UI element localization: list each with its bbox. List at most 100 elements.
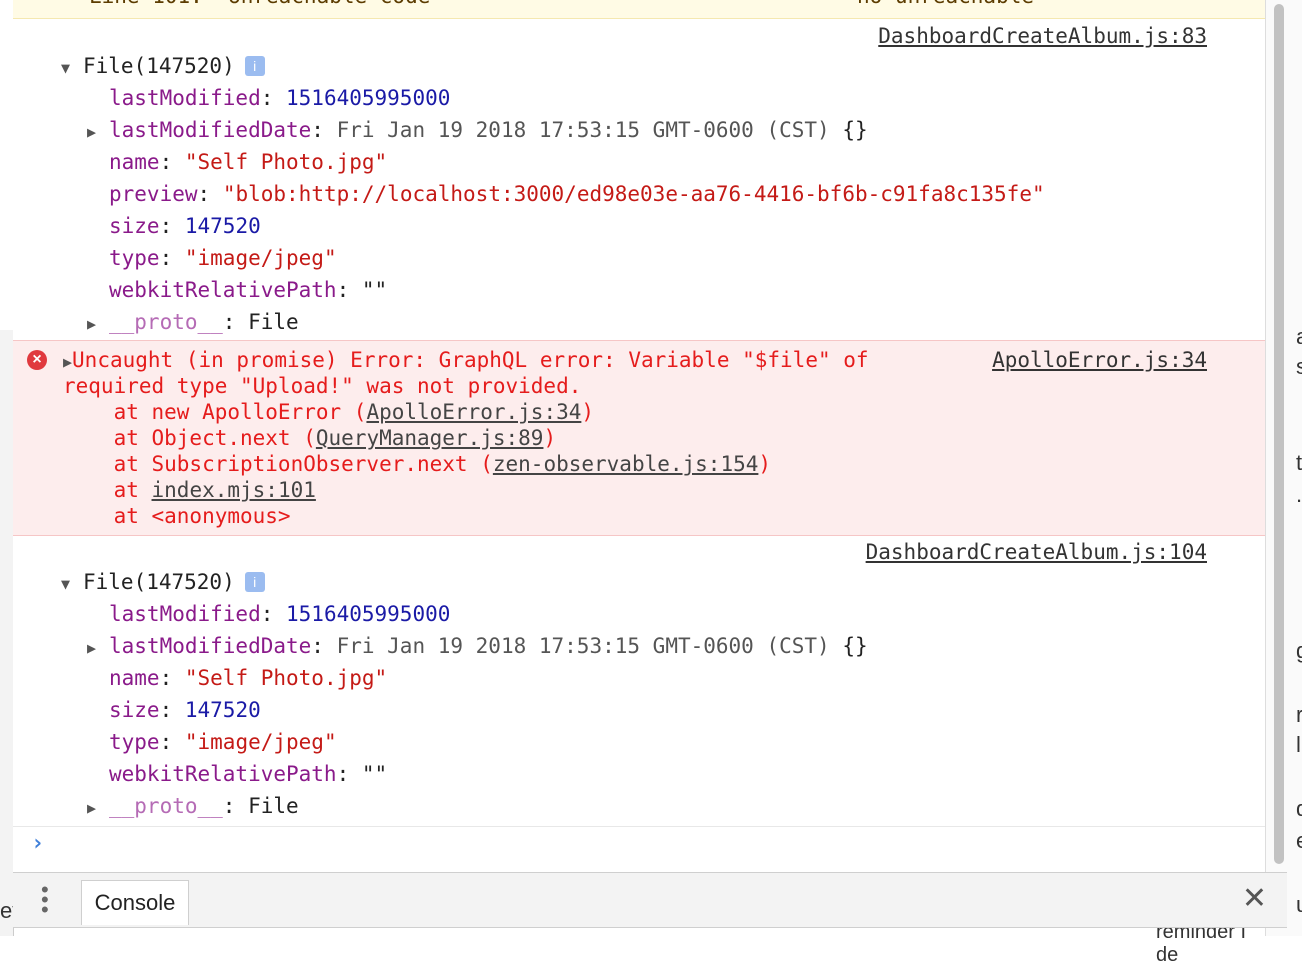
- property-value: "": [361, 762, 388, 786]
- property-row[interactable]: ▶ lastModifiedDate: Fri Jan 19 2018 17:53…: [87, 630, 1265, 664]
- property-row: preview: "blob:http://localhost:3000/ed9…: [109, 182, 1045, 206]
- tab-console[interactable]: Console: [81, 880, 189, 925]
- property-value: File: [248, 310, 299, 334]
- stack-frame: at <anonymous>: [63, 504, 291, 528]
- expand-down-icon[interactable]: ▼: [61, 568, 83, 600]
- property-row[interactable]: ▶ lastModifiedDate: Fri Jan 19 2018 17:53…: [87, 114, 1265, 148]
- scrollbar-thumb[interactable]: [1274, 4, 1284, 864]
- error-message: Uncaught (in promise) Error: GraphQL err…: [72, 348, 869, 372]
- property-key: size: [109, 698, 160, 722]
- warning-message: Line 101: Unreachable code no-unreachabl…: [13, 0, 1265, 19]
- object-preview: {}: [842, 634, 868, 658]
- console-scrollbar[interactable]: [1271, 0, 1287, 872]
- drawer-toolbar: • • • Console ✕: [13, 872, 1287, 928]
- object-preview: {}: [842, 118, 868, 142]
- property-value: "image/jpeg": [184, 730, 337, 754]
- error-icon: ×: [27, 350, 47, 370]
- object-type: File(147520): [83, 570, 235, 594]
- stack-frame: at Object.next (QueryManager.js:89): [63, 426, 557, 450]
- expand-right-icon[interactable]: ▶: [63, 353, 72, 371]
- background-text: u: [1296, 894, 1302, 916]
- info-icon[interactable]: i: [244, 56, 265, 76]
- property-key: type: [109, 730, 160, 754]
- property-key: lastModified: [109, 602, 261, 626]
- expand-right-icon[interactable]: ▶: [87, 116, 109, 148]
- expand-right-icon[interactable]: ▶: [87, 308, 109, 340]
- property-key: lastModifiedDate: [109, 634, 312, 658]
- property-value: Fri Jan 19 2018 17:53:15 GMT-0600 (CST): [336, 634, 830, 658]
- property-key: name: [109, 150, 160, 174]
- stack-link[interactable]: zen-observable.js:154: [493, 452, 759, 476]
- console-panel: Line 101: Unreachable code no-unreachabl…: [13, 0, 1265, 872]
- console-error-entry: × ▶Uncaught (in promise) Error: GraphQL …: [13, 340, 1265, 536]
- property-value: File: [248, 794, 299, 818]
- background-page-left: ev: [0, 330, 23, 936]
- property-value: Fri Jan 19 2018 17:53:15 GMT-0600 (CST): [336, 118, 830, 142]
- stack-frame: at index.mjs:101: [63, 478, 316, 502]
- console-prompt[interactable]: ›: [13, 826, 1265, 867]
- info-icon[interactable]: i: [244, 572, 265, 592]
- object-header[interactable]: ▼ File(147520) i: [61, 50, 1265, 84]
- property-key: lastModified: [109, 86, 261, 110]
- object-header[interactable]: ▼ File(147520) i: [61, 566, 1265, 600]
- prompt-chevron-icon: ›: [31, 831, 45, 856]
- background-text: s: [1296, 354, 1302, 379]
- property-key: webkitRelativePath: [109, 278, 337, 302]
- property-key: preview: [109, 182, 198, 206]
- background-text: d: [1296, 798, 1302, 820]
- property-row: webkitRelativePath: "": [109, 762, 388, 786]
- close-icon[interactable]: ✕: [1242, 883, 1267, 915]
- property-value: 147520: [184, 698, 261, 722]
- property-row[interactable]: ▶ __proto__: File: [87, 790, 1265, 824]
- property-row: lastModified: 1516405995000: [109, 86, 451, 110]
- property-value: "Self Photo.jpg": [184, 150, 388, 174]
- property-row: type: "image/jpeg": [109, 730, 337, 754]
- source-link[interactable]: ApolloError.js:34: [992, 347, 1207, 373]
- stack-frame: at SubscriptionObserver.next (zen-observ…: [63, 452, 772, 476]
- property-value: "blob:http://localhost:3000/ed98e03e-aa7…: [222, 182, 1045, 206]
- background-text: r: [1296, 702, 1302, 727]
- object-type: File(147520): [83, 54, 235, 78]
- stack-link[interactable]: ApolloError.js:34: [366, 400, 581, 424]
- property-value: 147520: [184, 214, 261, 238]
- property-row: type: "image/jpeg": [109, 246, 337, 270]
- source-link[interactable]: DashboardCreateAlbum.js:83: [878, 20, 1207, 52]
- property-key: __proto__: [109, 310, 223, 334]
- property-key: webkitRelativePath: [109, 762, 337, 786]
- property-key: size: [109, 214, 160, 238]
- error-message-line[interactable]: ▶Uncaught (in promise) Error: GraphQL er…: [63, 347, 869, 375]
- property-row: size: 147520: [109, 214, 261, 238]
- background-text: e: [1296, 830, 1302, 852]
- expand-down-icon[interactable]: ▼: [61, 52, 83, 84]
- property-key: name: [109, 666, 160, 690]
- property-row[interactable]: ▶ __proto__: File: [87, 306, 1265, 340]
- background-text: t: [1296, 450, 1302, 475]
- background-text: .e: [1296, 482, 1302, 507]
- stack-frame: at new ApolloError (ApolloError.js:34): [63, 400, 595, 424]
- property-key: lastModifiedDate: [109, 118, 312, 142]
- warning-rule: no-unreachable: [857, 0, 1034, 8]
- more-options-icon[interactable]: • • •: [41, 879, 49, 921]
- stack-link[interactable]: QueryManager.js:89: [316, 426, 544, 450]
- property-key: type: [109, 246, 160, 270]
- stack-link[interactable]: index.mjs:101: [152, 478, 316, 502]
- background-text: g: [1296, 640, 1302, 662]
- property-key: __proto__: [109, 794, 223, 818]
- source-link[interactable]: DashboardCreateAlbum.js:104: [866, 536, 1207, 568]
- error-message-line: required type "Upload!" was not provided…: [63, 374, 582, 398]
- property-row: name: "Self Photo.jpg": [109, 150, 388, 174]
- property-row: webkitRelativePath: "": [109, 278, 388, 302]
- property-row: lastModified: 1516405995000: [109, 602, 451, 626]
- background-text: a: [1296, 326, 1302, 348]
- property-value: "Self Photo.jpg": [184, 666, 388, 690]
- property-value: "": [361, 278, 388, 302]
- warning-text: Line 101: Unreachable code: [89, 0, 430, 8]
- property-value: "image/jpeg": [184, 246, 337, 270]
- property-value: 1516405995000: [286, 602, 451, 626]
- property-row: size: 147520: [109, 698, 261, 722]
- expand-right-icon[interactable]: ▶: [87, 632, 109, 664]
- background-text: l: [1296, 732, 1301, 757]
- property-row: name: "Self Photo.jpg": [109, 666, 388, 690]
- property-value: 1516405995000: [286, 86, 451, 110]
- expand-right-icon[interactable]: ▶: [87, 792, 109, 824]
